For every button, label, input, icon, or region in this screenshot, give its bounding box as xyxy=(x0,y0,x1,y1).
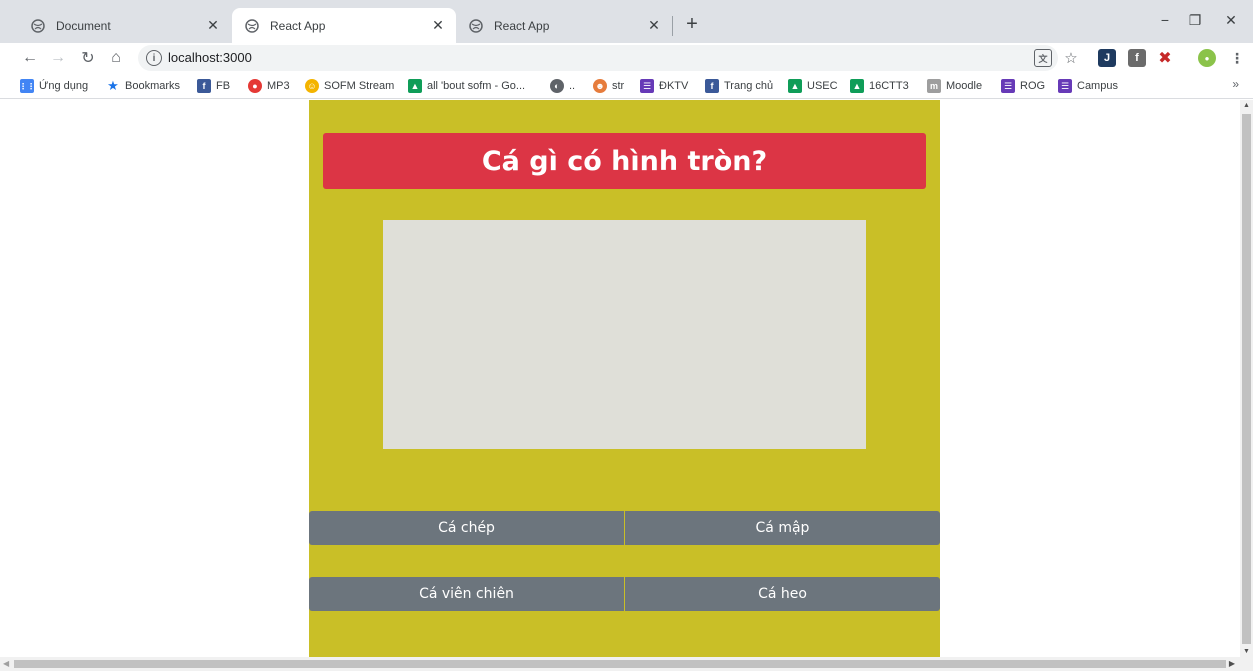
restore-button[interactable]: ❐ xyxy=(1178,6,1212,34)
bookmark-label: ĐKTV xyxy=(659,80,689,92)
drive-icon: ▲ xyxy=(408,79,422,93)
bookmark-label: ROG xyxy=(1020,80,1046,92)
globe-icon xyxy=(244,18,260,34)
answer-button-4[interactable]: Cá heo xyxy=(625,577,940,611)
tab-title: React App xyxy=(270,18,326,33)
bookmark-label: 16CTT3 xyxy=(869,80,909,92)
new-tab-button[interactable]: + xyxy=(680,12,704,36)
bookmark-label: Bookmarks xyxy=(125,80,181,92)
bookmark-item[interactable]: ☰ Campus xyxy=(1058,77,1118,95)
sofm-icon: ☺ xyxy=(305,79,319,93)
url-text: localhost:3000 xyxy=(168,50,252,65)
apps-icon: ⋮⋮ xyxy=(19,79,35,93)
bookmark-item[interactable]: ☰ ĐKTV xyxy=(640,77,688,95)
page-viewport: Cá gì có hình tròn? Cá chép Cá mập Cá vi… xyxy=(0,100,1240,657)
tab-document[interactable]: Document ✕ xyxy=(18,8,231,43)
bookmark-star-icon[interactable]: ☆ xyxy=(1062,49,1080,67)
extension-x-icon[interactable]: ✖ xyxy=(1156,49,1174,67)
globe-icon: ◐ xyxy=(550,79,564,93)
reload-button[interactable]: ↻ xyxy=(76,46,100,70)
bookmark-item[interactable]: ☺ SOFM Stream xyxy=(305,77,394,95)
tab-title: React App xyxy=(494,18,550,33)
bookmark-item[interactable]: f Trang chủ xyxy=(705,77,773,95)
horizontal-scrollbar[interactable]: ◀ ▶ xyxy=(0,657,1253,671)
profile-avatar-icon[interactable]: ● xyxy=(1198,49,1216,67)
answer-button-3[interactable]: Cá viên chiên xyxy=(309,577,624,611)
tab-strip: Document ✕ React App ✕ React App ✕ + − ❐… xyxy=(0,0,1253,43)
bookmark-label: all 'bout sofm - Go... xyxy=(427,80,526,92)
horizontal-scroll-thumb[interactable] xyxy=(14,660,1226,668)
translate-icon[interactable]: 文 xyxy=(1034,49,1052,67)
close-tab-icon[interactable]: ✕ xyxy=(646,17,662,33)
tab-title: Document xyxy=(56,18,111,33)
bookmark-item[interactable]: f FB xyxy=(197,77,230,95)
bookmark-item[interactable]: ▲ all 'bout sofm - Go... xyxy=(408,77,525,95)
bookmark-label: SOFM Stream xyxy=(324,80,395,92)
tab-separator xyxy=(672,16,673,36)
forward-button[interactable]: → xyxy=(46,46,70,70)
scroll-left-icon[interactable]: ◀ xyxy=(3,659,9,668)
bookmark-item[interactable]: ⋮⋮ Ứng dụng xyxy=(19,77,89,95)
address-bar[interactable]: i localhost:3000 xyxy=(138,45,1058,71)
tab-react-app[interactable]: React App ✕ xyxy=(456,8,672,43)
back-button[interactable]: ← xyxy=(18,46,42,70)
bookmark-label: .. xyxy=(569,80,576,92)
site-info-icon[interactable]: i xyxy=(146,50,162,66)
close-tab-icon[interactable]: ✕ xyxy=(430,17,446,33)
bookmark-item[interactable]: m Moodle xyxy=(927,77,982,95)
scroll-down-icon[interactable]: ▼ xyxy=(1243,648,1250,655)
minimize-button[interactable]: − xyxy=(1148,6,1182,34)
bookmark-label: Trang chủ xyxy=(724,80,774,92)
bookmark-item[interactable]: ▲ 16CTT3 xyxy=(850,77,909,95)
vertical-scroll-thumb[interactable] xyxy=(1242,114,1251,644)
drive-icon: ▲ xyxy=(850,79,864,93)
close-tab-icon[interactable]: ✕ xyxy=(205,17,221,33)
extension-facebook-icon[interactable]: f xyxy=(1128,49,1146,67)
list-icon: ☰ xyxy=(1001,79,1015,93)
question-image-placeholder xyxy=(383,220,866,449)
quiz-container: Cá gì có hình tròn? Cá chép Cá mập Cá vi… xyxy=(309,100,940,657)
bookmark-label: Ứng dụng xyxy=(39,80,89,92)
facebook-icon: f xyxy=(705,79,719,93)
bookmark-item[interactable]: ☻ str xyxy=(593,77,624,95)
bookmark-label: Moodle xyxy=(946,80,983,92)
menu-icon[interactable]: ⋮ xyxy=(1228,49,1246,67)
moodle-icon: m xyxy=(927,79,941,93)
bookmarks-bar: ⋮⋮ Ứng dụng ★ Bookmarks f FB ● MP3 ☺ SOF… xyxy=(0,73,1253,99)
extension-j-icon[interactable]: J xyxy=(1098,49,1116,67)
answer-button-2[interactable]: Cá mập xyxy=(625,511,940,545)
star-icon: ★ xyxy=(107,78,119,93)
avatar-icon: ☻ xyxy=(593,79,607,93)
answer-button-1[interactable]: Cá chép xyxy=(309,511,624,545)
scroll-up-icon[interactable]: ▲ xyxy=(1243,102,1250,109)
tab-react-app-active[interactable]: React App ✕ xyxy=(232,8,456,43)
bookmarks-overflow-button[interactable]: » xyxy=(1232,77,1239,91)
list-icon: ☰ xyxy=(1058,79,1072,93)
bookmark-label: USEC xyxy=(807,80,838,92)
bookmark-item[interactable]: ◐ .. xyxy=(550,77,575,95)
facebook-icon: f xyxy=(197,79,211,93)
bookmark-label: str xyxy=(612,80,625,92)
bookmark-item[interactable]: ☰ ROG xyxy=(1001,77,1045,95)
bookmark-label: Campus xyxy=(1077,80,1118,92)
browser-toolbar: ← → ↻ ⌂ i localhost:3000 文 ☆ J f ✖ ● ⋮ xyxy=(0,43,1253,73)
globe-icon xyxy=(30,18,46,34)
mp3-icon: ● xyxy=(248,79,262,93)
question-title: Cá gì có hình tròn? xyxy=(323,133,926,189)
drive-icon: ▲ xyxy=(788,79,802,93)
scroll-right-icon[interactable]: ▶ xyxy=(1229,659,1235,668)
globe-icon xyxy=(468,18,484,34)
bookmark-item[interactable]: ▲ USEC xyxy=(788,77,838,95)
home-button[interactable]: ⌂ xyxy=(104,46,128,70)
bookmark-item[interactable]: ● MP3 xyxy=(248,77,290,95)
bookmark-label: MP3 xyxy=(267,80,290,92)
vertical-scrollbar[interactable]: ▲ ▼ xyxy=(1240,100,1253,657)
bookmark-item[interactable]: ★ Bookmarks xyxy=(106,77,180,95)
bookmark-label: FB xyxy=(216,80,231,92)
list-icon: ☰ xyxy=(640,79,654,93)
close-window-button[interactable]: ✕ xyxy=(1214,6,1248,34)
